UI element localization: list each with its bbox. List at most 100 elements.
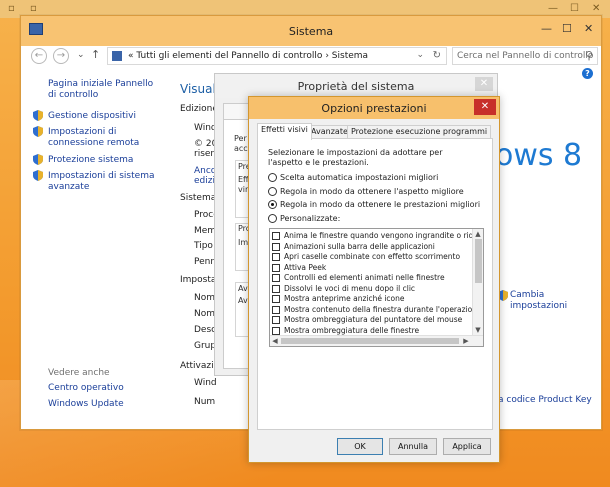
back-window-icon: ▫ — [8, 3, 15, 14]
list-item[interactable]: Mostra ombreggiatura del puntatore del m… — [272, 315, 462, 326]
prop-fragment-per: Per — [234, 134, 247, 143]
search-input[interactable]: Cerca nel Pannello di controllo ⚲ — [452, 47, 598, 65]
tab-data-execution-prevention[interactable]: Protezione esecuzione programmi — [347, 125, 492, 139]
checkbox[interactable] — [272, 326, 280, 335]
back-arrow-icon: ← — [34, 50, 44, 61]
system-section: Sistema — [180, 193, 217, 203]
scroll-down-icon[interactable]: ▼ — [473, 325, 483, 335]
close-icon[interactable]: ✕ — [474, 99, 496, 115]
performance-options-titlebar[interactable]: Opzioni prestazioni ✕ — [249, 97, 499, 119]
radio-best-performance[interactable]: Regola in modo da ottenere le prestazion… — [268, 200, 480, 211]
sidebar-item-device-manager[interactable]: Gestione dispositivi — [48, 111, 136, 122]
radio-custom[interactable]: Personalizzate: — [268, 214, 340, 225]
horizontal-scroll-thumb[interactable] — [281, 338, 459, 344]
edition-section: Edizione — [180, 104, 218, 114]
radio-best-appearance[interactable]: Regola in modo da ottenere l'aspetto mig… — [268, 187, 464, 198]
horizontal-scrollbar[interactable]: ◀ ▶ — [270, 335, 483, 346]
checkbox[interactable] — [272, 316, 280, 324]
radio-button-icon[interactable] — [268, 173, 277, 182]
vertical-scroll-thumb[interactable] — [475, 239, 482, 283]
radio-button-selected-icon[interactable] — [268, 200, 277, 209]
search-icon[interactable]: ⚲ — [585, 49, 593, 62]
refresh-icon[interactable]: ↻ — [433, 50, 441, 61]
address-dropdown-icon[interactable]: ⌄ — [416, 50, 424, 60]
effect-label: Mostra ombreggiatura delle finestre — [284, 325, 420, 335]
windows-8-logo-text: ows 8 — [495, 138, 583, 173]
effect-label: Controlli ed elementi animati nelle fine… — [284, 273, 445, 282]
sidebar-item-advanced-settings[interactable]: Impostazioni di sistema avanzate — [48, 171, 163, 193]
scroll-up-icon[interactable]: ▲ — [473, 229, 483, 239]
apply-button[interactable]: Applica — [443, 438, 491, 455]
checkbox[interactable] — [272, 242, 280, 251]
scroll-right-icon[interactable]: ▶ — [461, 336, 471, 346]
list-item[interactable]: Mostra contenuto della finestra durante … — [272, 304, 484, 316]
checkbox[interactable] — [272, 253, 280, 261]
back-button[interactable]: ← — [31, 48, 47, 64]
address-box[interactable]: « Tutti gli elementi del Pannello di con… — [107, 47, 447, 65]
action-center-link[interactable]: Centro operativo — [48, 383, 124, 394]
vertical-scrollbar[interactable]: ▲ ▼ — [472, 229, 483, 335]
list-item[interactable]: Anima le finestre quando vengono ingrand… — [272, 231, 484, 242]
system-window-titlebar[interactable]: Sistema — ☐ ✕ — [21, 16, 601, 46]
full-name-label: Nom — [194, 309, 216, 319]
sidebar-item-system-protection[interactable]: Protezione sistema — [48, 155, 133, 166]
radio-button-icon[interactable] — [268, 187, 277, 196]
change-settings-label[interactable]: Cambia impostazioni — [510, 290, 570, 312]
window-title: Sistema — [288, 25, 334, 38]
sidebar-item-remote-settings[interactable]: Impostazioni di connessione remota — [48, 127, 168, 149]
list-item[interactable]: Attiva Peek — [272, 263, 326, 274]
recent-locations-icon[interactable]: ⌄ — [77, 50, 85, 60]
visual-effects-list[interactable]: Anima le finestre quando vengono ingrand… — [269, 228, 484, 347]
minimize-icon[interactable]: — — [541, 22, 552, 35]
tab-advanced[interactable]: Avanzate — [307, 125, 352, 139]
product-key-link[interactable]: a codice Product Key — [498, 395, 592, 405]
back-window-close-icon[interactable]: ✕ — [592, 3, 600, 14]
change-settings-link[interactable]: Cambia impostazioni — [498, 290, 570, 312]
back-window-maximize-icon[interactable]: ☐ — [570, 3, 579, 14]
tab-visual-effects[interactable]: Effetti visivi — [257, 123, 312, 140]
visual-effects-description: Selezionare le impostazioni da adottare … — [268, 148, 443, 167]
close-icon[interactable]: ✕ — [584, 22, 593, 35]
close-icon[interactable]: ✕ — [475, 77, 493, 91]
list-item[interactable]: Mostra anteprime anziché icone — [272, 294, 405, 305]
system-type-label: Tipo — [194, 241, 213, 251]
description-label: Desc — [194, 325, 217, 335]
control-panel-icon — [112, 51, 122, 61]
checkbox[interactable] — [272, 305, 280, 314]
back-window-minimize-icon[interactable]: — — [548, 3, 558, 14]
list-item[interactable]: Dissolvi le voci di menu dopo il clic — [272, 284, 415, 295]
effect-label: Attiva Peek — [284, 262, 327, 272]
radio-auto-best[interactable]: Scelta automatica impostazioni migliori — [268, 173, 438, 184]
checkbox[interactable] — [272, 263, 280, 272]
list-item[interactable]: Animazioni sulla barra delle applicazion… — [272, 242, 435, 253]
effect-label: Anima le finestre quando vengono ingrand… — [284, 231, 484, 240]
breadcrumb-root[interactable]: Tutti gli elementi del Pannello di contr… — [136, 51, 322, 61]
performance-options-title: Opzioni prestazioni — [321, 102, 427, 115]
list-item[interactable]: Controlli ed elementi animati nelle fine… — [272, 273, 445, 284]
forward-button[interactable]: → — [53, 48, 69, 64]
windows-update-link[interactable]: Windows Update — [48, 399, 124, 410]
shield-icon — [33, 126, 43, 137]
cancel-button[interactable]: Annulla — [389, 438, 437, 455]
checkbox[interactable] — [272, 295, 280, 303]
breadcrumb-chevron-icon[interactable]: « — [128, 51, 134, 61]
checkbox[interactable] — [272, 284, 280, 293]
ok-button[interactable]: OK — [337, 438, 383, 455]
computer-name-label: Nom — [194, 293, 216, 303]
breadcrumb-separator-icon[interactable]: › — [325, 51, 329, 61]
system-properties-titlebar[interactable]: Proprietà del sistema ✕ — [215, 74, 497, 98]
effect-label: Mostra contenuto della finestra durante … — [284, 304, 484, 314]
radio-button-icon[interactable] — [268, 214, 277, 223]
checkbox[interactable] — [272, 274, 280, 282]
visual-effects-panel: Selezionare le impostazioni da adottare … — [257, 138, 493, 430]
breadcrumb-current[interactable]: Sistema — [332, 51, 368, 61]
list-item[interactable]: Apri caselle combinate con effetto scorr… — [272, 252, 460, 263]
left-navigation-pane: Pagina iniziale Pannello di controllo Ge… — [21, 68, 171, 430]
maximize-icon[interactable]: ☐ — [562, 22, 572, 35]
scroll-left-icon[interactable]: ◀ — [270, 336, 280, 346]
radio-label: Personalizzate: — [280, 214, 341, 223]
radio-label: Scelta automatica impostazioni migliori — [280, 173, 439, 182]
up-arrow-icon[interactable]: ↑ — [91, 48, 100, 61]
control-panel-home-link[interactable]: Pagina iniziale Pannello di controllo — [48, 79, 163, 101]
checkbox[interactable] — [272, 232, 280, 240]
